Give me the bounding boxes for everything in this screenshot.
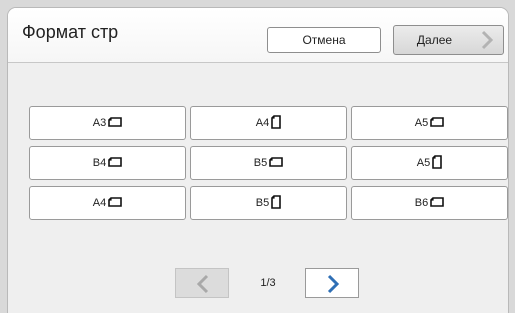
chevron-left-icon	[196, 274, 209, 294]
chevron-right-icon	[327, 274, 340, 294]
paper-size-label: A5	[414, 117, 429, 129]
landscape-orientation-icon	[430, 116, 445, 130]
paper-size-dialog: Формат стр Отмена Далее A3 A4 A5 B4 B5 A…	[8, 8, 508, 313]
cancel-button[interactable]: Отмена	[267, 27, 381, 53]
landscape-orientation-icon	[269, 156, 284, 170]
dialog-header: Формат стр Отмена Далее	[8, 8, 508, 63]
landscape-orientation-icon	[108, 196, 123, 210]
paper-size-button[interactable]: A5	[351, 146, 508, 180]
paper-size-label: B5	[255, 197, 270, 209]
portrait-orientation-icon	[432, 154, 443, 172]
paper-size-button[interactable]: B6	[351, 186, 508, 220]
dialog-content: A3 A4 A5 B4 B5 A5 A4 B5 B6 1/3	[8, 63, 508, 313]
pagination: 1/3	[8, 268, 508, 298]
paper-size-button[interactable]: A5	[351, 106, 508, 140]
paper-size-button[interactable]: B5	[190, 186, 347, 220]
paper-size-label: B6	[414, 197, 429, 209]
paper-size-button[interactable]: A4	[190, 106, 347, 140]
landscape-orientation-icon	[108, 156, 123, 170]
paper-size-label: B5	[253, 157, 268, 169]
next-page-button[interactable]	[305, 268, 359, 298]
paper-size-label: A5	[416, 157, 431, 169]
paper-size-button[interactable]: B5	[190, 146, 347, 180]
previous-page-button[interactable]	[175, 268, 229, 298]
page-indicator: 1/3	[260, 277, 276, 289]
next-button[interactable]: Далее	[393, 25, 504, 55]
next-button-label: Далее	[416, 33, 453, 47]
chevron-right-icon	[481, 30, 494, 50]
paper-size-button[interactable]: B4	[29, 146, 186, 180]
portrait-orientation-icon	[271, 194, 282, 212]
paper-size-label: A3	[92, 117, 107, 129]
landscape-orientation-icon	[430, 196, 445, 210]
paper-size-label: A4	[92, 197, 107, 209]
portrait-orientation-icon	[271, 114, 282, 132]
paper-size-grid: A3 A4 A5 B4 B5 A5 A4 B5 B6	[29, 106, 508, 220]
paper-size-label: B4	[92, 157, 107, 169]
landscape-orientation-icon	[108, 116, 123, 130]
paper-size-button[interactable]: A4	[29, 186, 186, 220]
paper-size-label: A4	[255, 117, 270, 129]
page-title: Формат стр	[22, 22, 119, 42]
paper-size-button[interactable]: A3	[29, 106, 186, 140]
